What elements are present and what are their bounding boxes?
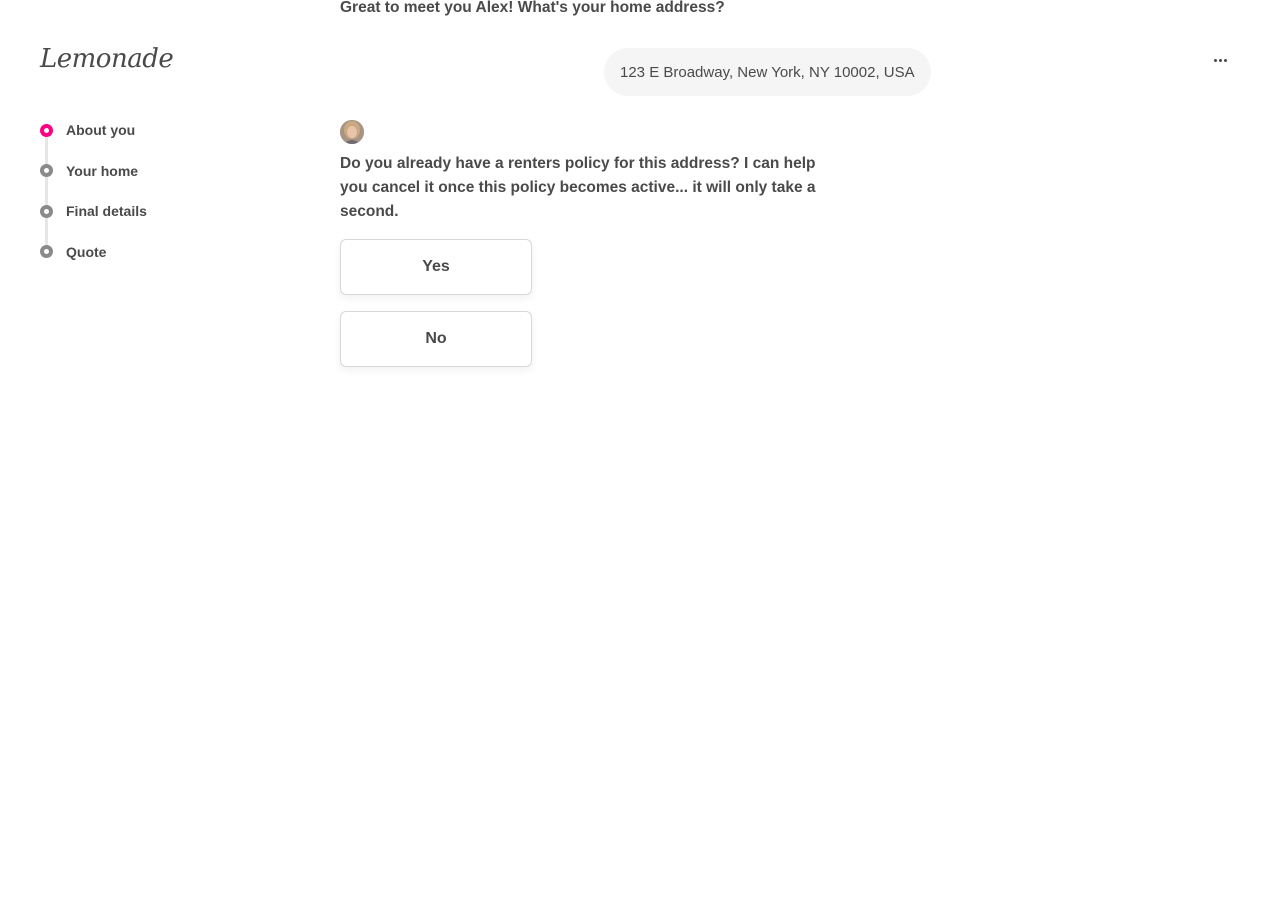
progress-steps: About you Your home Final details Quote — [40, 118, 240, 280]
no-button[interactable]: No — [340, 311, 532, 367]
step-dot-icon — [40, 204, 53, 218]
more-options-icon[interactable] — [1206, 50, 1234, 70]
step-final-details: Final details — [40, 199, 240, 223]
step-label: Your home — [66, 162, 139, 179]
quote-chat-page: Lemonade About you Your home Final detai… — [0, 0, 1280, 900]
step-active-dot-icon — [40, 123, 53, 137]
step-label: Quote — [66, 243, 107, 260]
previous-bot-message: Great to meet you Alex! What's your home… — [340, 0, 725, 16]
step-quote: Quote — [40, 240, 240, 264]
progress-line — [45, 130, 48, 251]
yes-button[interactable]: Yes — [340, 239, 532, 295]
step-about-you: About you — [40, 118, 240, 142]
step-dot-icon — [40, 164, 53, 178]
step-label: About you — [66, 122, 136, 138]
step-dot-icon — [40, 245, 53, 259]
lemonade-logo[interactable]: Lemonade — [40, 42, 174, 76]
step-label: Final details — [66, 203, 147, 220]
bot-avatar — [340, 120, 364, 144]
user-answer-bubble: 123 E Broadway, New York, NY 10002, USA — [604, 48, 931, 96]
bot-question: Do you already have a renters policy for… — [340, 155, 816, 220]
step-your-home: Your home — [40, 159, 240, 183]
